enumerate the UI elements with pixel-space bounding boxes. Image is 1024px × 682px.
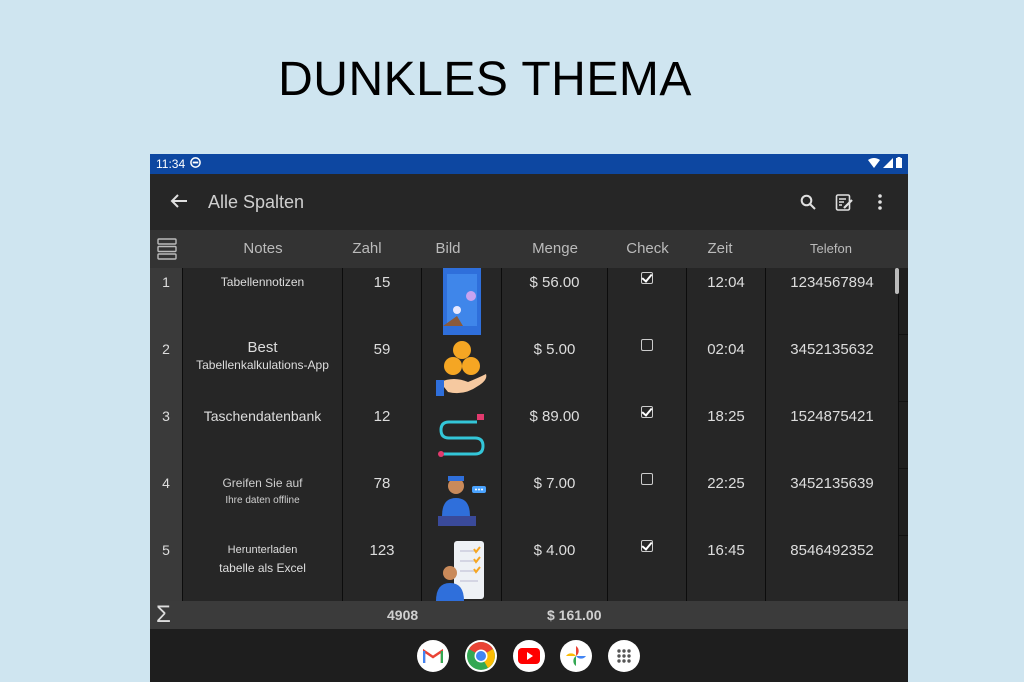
checkbox-checked[interactable] xyxy=(641,406,653,418)
status-time: 11:34 xyxy=(156,157,186,171)
check-cell[interactable] xyxy=(608,402,687,469)
menge-cell[interactable]: $ 89.00 xyxy=(502,402,608,469)
column-header-telefon[interactable]: Telefon xyxy=(766,230,896,268)
column-header-menge[interactable]: Menge xyxy=(502,230,608,268)
notes-cell[interactable]: Taschendatenbank xyxy=(183,402,343,469)
checkbox-unchecked[interactable] xyxy=(641,473,653,485)
telefon-cell[interactable]: 3452135639 xyxy=(766,469,899,536)
table-row[interactable]: 2 Best Tabellenkalkulations-App 59 $ 5.0… xyxy=(150,335,908,402)
zahl-cell[interactable]: 59 xyxy=(343,335,422,402)
zeit-cell[interactable]: 18:25 xyxy=(687,402,766,469)
zahl-cell[interactable]: 78 xyxy=(343,469,422,536)
app-dock xyxy=(150,629,908,682)
table-row[interactable]: 4 Greifen Sie auf Ihre daten offline 78 … xyxy=(150,469,908,536)
notes-text: Greifen Sie auf xyxy=(222,476,303,490)
notes-text: Taschendatenbank xyxy=(203,408,322,424)
route-path-illustration xyxy=(437,410,487,460)
bild-cell[interactable] xyxy=(422,268,502,335)
row-menu-icon[interactable] xyxy=(150,230,183,268)
apps-icon[interactable] xyxy=(608,640,640,672)
notes-text-line2: Ihre daten offline xyxy=(225,495,300,506)
notes-cell[interactable]: Greifen Sie auf Ihre daten offline xyxy=(183,469,343,536)
notes-text-line2: Tabellenkalkulations-App xyxy=(196,358,329,372)
menge-cell[interactable]: $ 4.00 xyxy=(502,536,608,601)
phone-app-illustration xyxy=(442,268,481,335)
zahl-cell[interactable]: 123 xyxy=(343,536,422,601)
row-index: 3 xyxy=(150,402,183,469)
bild-cell[interactable] xyxy=(422,536,502,601)
table-row[interactable]: 1 Tabellennotizen 15 $ 56.00 12:04 12345… xyxy=(150,268,908,335)
column-header-check[interactable]: Check xyxy=(608,230,687,268)
check-cell[interactable] xyxy=(608,335,687,402)
page-title: Alle Spalten xyxy=(208,191,305,212)
notes-cell[interactable]: Tabellennotizen xyxy=(183,268,343,335)
hand-coins-illustration xyxy=(434,338,490,398)
bild-cell[interactable] xyxy=(422,335,502,402)
device-screen: 11:34 Alle Spalten Notes Zahl Bild Menge… xyxy=(150,154,908,682)
wifi-icon xyxy=(868,157,880,171)
column-header-zeit[interactable]: Zeit xyxy=(687,230,753,268)
youtube-icon[interactable] xyxy=(513,640,545,672)
row-index: 2 xyxy=(150,335,183,402)
checklist-person-illustration xyxy=(435,539,488,601)
chrome-icon[interactable] xyxy=(465,640,497,672)
total-zahl: 4908 xyxy=(387,607,419,623)
telefon-cell[interactable]: 1234567894 xyxy=(766,268,899,335)
zahl-cell[interactable]: 12 xyxy=(343,402,422,469)
zahl-cell[interactable]: 15 xyxy=(343,268,422,335)
totals-bar: Σ 4908 $ 161.00 xyxy=(150,601,908,629)
status-bar: 11:34 xyxy=(150,154,908,174)
back-arrow-icon[interactable] xyxy=(150,189,208,215)
notes-text: Tabellennotizen xyxy=(220,275,305,289)
row-index: 1 xyxy=(150,268,183,335)
notes-cell[interactable]: Herunterladen tabelle als Excel xyxy=(183,536,343,601)
zeit-cell[interactable]: 22:25 xyxy=(687,469,766,536)
checkbox-unchecked[interactable] xyxy=(641,339,653,351)
sync-icon xyxy=(190,157,201,171)
zeit-cell[interactable]: 02:04 xyxy=(687,335,766,402)
photos-icon[interactable] xyxy=(560,640,592,672)
zeit-cell[interactable]: 12:04 xyxy=(687,268,766,335)
signal-icon xyxy=(883,157,893,171)
column-header-bild[interactable]: Bild xyxy=(422,230,474,268)
search-icon[interactable] xyxy=(798,192,818,212)
menge-cell[interactable]: $ 7.00 xyxy=(502,469,608,536)
table-row[interactable]: 3 Taschendatenbank 12 $ 89.00 18:25 1524… xyxy=(150,402,908,469)
check-cell[interactable] xyxy=(608,469,687,536)
scrollbar-thumb[interactable] xyxy=(895,268,899,294)
telefon-cell[interactable]: 8546492352 xyxy=(766,536,899,601)
telefon-cell[interactable]: 1524875421 xyxy=(766,402,899,469)
zeit-cell[interactable]: 16:45 xyxy=(687,536,766,601)
row-index: 4 xyxy=(150,469,183,536)
person-laptop-illustration xyxy=(434,472,490,532)
table-row[interactable]: 5 Herunterladen tabelle als Excel 123 $ … xyxy=(150,536,908,601)
bild-cell[interactable] xyxy=(422,469,502,536)
battery-icon xyxy=(896,157,902,171)
column-header-notes[interactable]: Notes xyxy=(183,230,343,268)
gmail-icon[interactable] xyxy=(417,640,449,672)
telefon-cell[interactable]: 3452135632 xyxy=(766,335,899,402)
notes-text: Best xyxy=(247,339,278,356)
sigma-icon: Σ xyxy=(156,601,171,628)
bild-cell[interactable] xyxy=(422,402,502,469)
check-cell[interactable] xyxy=(608,536,687,601)
menge-cell[interactable]: $ 5.00 xyxy=(502,335,608,402)
page-headline: DUNKLES THEMA xyxy=(278,53,692,106)
checkbox-checked[interactable] xyxy=(641,540,653,552)
menge-cell[interactable]: $ 56.00 xyxy=(502,268,608,335)
row-index: 5 xyxy=(150,536,183,601)
notes-text-line2: tabelle als Excel xyxy=(219,561,306,575)
app-bar: Alle Spalten xyxy=(150,174,908,230)
check-cell[interactable] xyxy=(608,268,687,335)
more-vert-icon[interactable] xyxy=(870,192,890,212)
table-header: Notes Zahl Bild Menge Check Zeit Telefon xyxy=(150,230,908,268)
checkbox-checked[interactable] xyxy=(641,272,653,284)
edit-note-icon[interactable] xyxy=(834,192,854,212)
notes-text: Herunterladen xyxy=(227,544,298,556)
column-header-zahl[interactable]: Zahl xyxy=(343,230,391,268)
total-menge: $ 161.00 xyxy=(547,607,602,623)
notes-cell[interactable]: Best Tabellenkalkulations-App xyxy=(183,335,343,402)
